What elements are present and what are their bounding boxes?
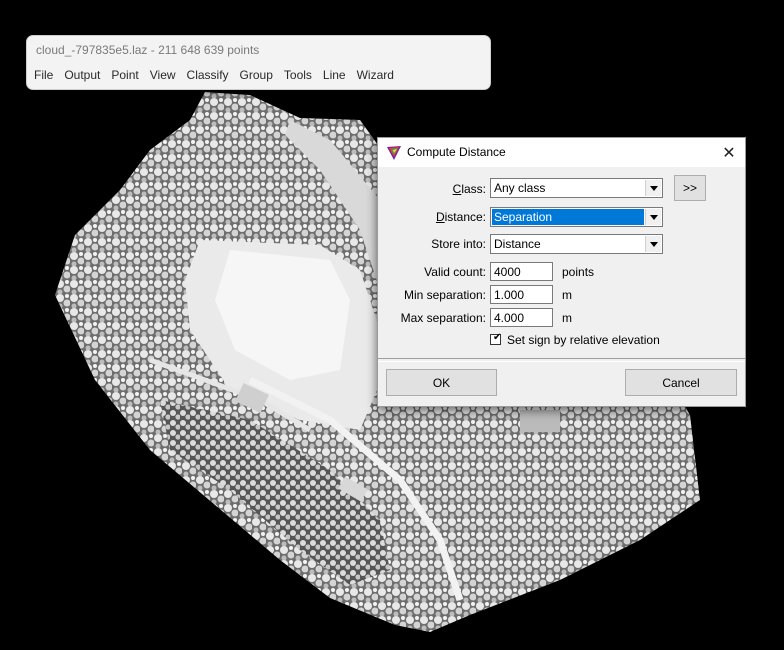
class-label: Class: (452, 182, 486, 196)
store-into-combo[interactable]: Distance (490, 234, 663, 254)
dialog-titlebar[interactable]: Compute Distance ✕ (378, 138, 745, 167)
ok-button[interactable]: OK (386, 369, 497, 396)
valid-count-unit: points (562, 265, 595, 279)
min-separation-label: Min separation: (403, 288, 486, 302)
store-into-value: Distance (494, 237, 541, 251)
menu-classify[interactable]: Classify (183, 66, 233, 84)
max-separation-unit: m (562, 311, 572, 325)
menu-output[interactable]: Output (60, 66, 104, 84)
more-button[interactable]: >> (674, 175, 706, 201)
min-separation-input[interactable]: 1.000 (490, 285, 553, 304)
menu-group[interactable]: Group (236, 66, 277, 84)
check-icon: ✔ (493, 332, 502, 343)
distance-label: Distance: (435, 210, 486, 224)
cancel-button[interactable]: Cancel (625, 369, 737, 396)
class-value: Any class (494, 181, 546, 195)
chevron-down-icon[interactable] (645, 209, 661, 225)
window-title: cloud_-797835e5.laz - 211 648 639 points (36, 43, 260, 57)
divider (378, 358, 745, 362)
dialog-title: Compute Distance (407, 145, 506, 159)
distance-combo[interactable]: Separation (490, 207, 663, 227)
app-icon (387, 146, 401, 160)
valid-count-label: Valid count: (424, 265, 486, 279)
chevron-down-icon[interactable] (645, 180, 661, 196)
valid-count-input[interactable]: 4000 (490, 262, 553, 281)
max-separation-input[interactable]: 4.000 (490, 308, 553, 327)
sign-checkbox-label[interactable]: Set sign by relative elevation (507, 333, 660, 347)
compute-distance-dialog: Compute Distance ✕ Class: Any class >> D… (377, 137, 746, 407)
chevron-down-icon[interactable] (645, 236, 661, 252)
menu-point[interactable]: Point (107, 66, 142, 84)
menu-file[interactable]: File (30, 66, 57, 84)
menu-wizard[interactable]: Wizard (353, 66, 398, 84)
min-separation-unit: m (562, 288, 572, 302)
main-window: cloud_-797835e5.laz - 211 648 639 points… (26, 35, 491, 90)
menu-tools[interactable]: Tools (280, 66, 316, 84)
close-icon[interactable]: ✕ (718, 142, 740, 164)
menu-view[interactable]: View (146, 66, 180, 84)
menu-bar: File Output Point View Classify Group To… (27, 66, 398, 86)
max-separation-label: Max separation: (400, 311, 486, 325)
store-into-label: Store into: (431, 237, 486, 251)
class-combo[interactable]: Any class (490, 178, 663, 198)
distance-value: Separation (492, 209, 644, 225)
sign-checkbox[interactable]: ✔ (490, 332, 502, 345)
menu-line[interactable]: Line (319, 66, 350, 84)
